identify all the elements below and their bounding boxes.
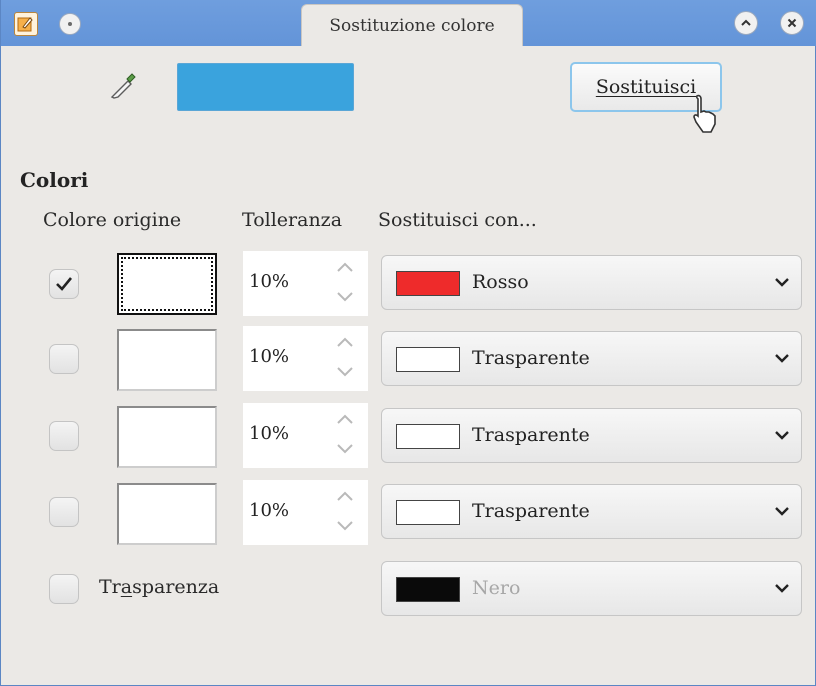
row1-replace-dropdown[interactable]: Rosso (381, 255, 802, 310)
row2-tolerance-spinbox[interactable]: 10% (243, 326, 368, 391)
close-icon (787, 18, 797, 28)
row4-tolerance-value: 10% (249, 500, 290, 521)
window-title: Sostituzione colore (301, 4, 523, 46)
spin-down-icon[interactable] (335, 289, 355, 303)
row3-checkbox[interactable] (49, 421, 79, 451)
tolerance-header: Tolleranza (242, 209, 343, 231)
row4-tolerance-spinbox[interactable]: 10% (243, 480, 368, 545)
row3-origin-color[interactable] (117, 406, 217, 468)
transparency-checkbox[interactable] (49, 574, 79, 604)
row1-tolerance-spinbox[interactable]: 10% (243, 251, 368, 316)
row1-tolerance-value: 10% (249, 271, 290, 292)
window-menu-button[interactable] (59, 13, 81, 35)
row2-target-swatch (396, 347, 460, 372)
minimize-button[interactable] (734, 11, 758, 35)
spin-up-icon[interactable] (335, 261, 355, 275)
origin-color-header: Colore origine (43, 209, 182, 231)
spin-down-icon[interactable] (335, 364, 355, 378)
replace-button-label: Sostituisci (595, 76, 697, 98)
chevron-down-icon (775, 278, 789, 287)
transparency-label-pre: Tr (99, 576, 121, 598)
chevron-down-icon (775, 431, 789, 440)
close-button[interactable] (780, 11, 804, 35)
row1-target-label: Rosso (472, 271, 529, 293)
row2-checkbox[interactable] (49, 344, 79, 374)
row4-origin-color[interactable] (117, 483, 217, 545)
row1-checkbox[interactable] (49, 269, 79, 299)
transparency-label-post: sparenza (132, 576, 220, 598)
row4-checkbox[interactable] (49, 497, 79, 527)
row2-tolerance-value: 10% (249, 346, 290, 367)
row4-target-label: Trasparente (472, 500, 590, 522)
app-icon[interactable] (14, 12, 38, 36)
chevron-up-icon (741, 19, 751, 26)
chevron-down-icon (775, 507, 789, 516)
spin-up-icon[interactable] (335, 336, 355, 350)
row4-replace-dropdown[interactable]: Trasparente (381, 484, 802, 539)
transparency-target-label: Nero (472, 577, 521, 599)
chevron-down-icon (775, 354, 789, 363)
row3-tolerance-value: 10% (249, 423, 290, 444)
colors-section-title: Colori (20, 168, 89, 192)
spin-down-icon[interactable] (335, 441, 355, 455)
mouse-pointer-icon (693, 94, 716, 133)
row3-target-swatch (396, 424, 460, 449)
replace-with-header: Sostituisci con... (378, 209, 537, 231)
transparency-label[interactable]: Trasparenza (99, 576, 219, 598)
row3-replace-dropdown[interactable]: Trasparente (381, 408, 802, 463)
row2-replace-dropdown[interactable]: Trasparente (381, 331, 802, 386)
row2-origin-color[interactable] (117, 329, 217, 391)
row1-target-swatch (396, 271, 460, 296)
row1-origin-color[interactable] (117, 253, 217, 315)
row2-target-label: Trasparente (472, 347, 590, 369)
spin-down-icon[interactable] (335, 518, 355, 532)
spin-up-icon[interactable] (335, 413, 355, 427)
row3-target-label: Trasparente (472, 424, 590, 446)
transparency-target-swatch (396, 577, 460, 602)
title-bar: Sostituzione colore (1, 0, 816, 46)
checkmark-icon (56, 277, 73, 291)
replace-color-dialog: Sostituzione colore Sostituisci Colori C… (0, 0, 816, 686)
pipette-icon[interactable] (107, 70, 139, 102)
spin-up-icon[interactable] (335, 490, 355, 504)
transparency-mnemonic: a (120, 576, 133, 598)
row3-tolerance-spinbox[interactable]: 10% (243, 403, 368, 468)
chevron-down-icon (775, 584, 789, 593)
transparency-color-dropdown[interactable]: Nero (381, 561, 802, 616)
source-color-swatch (177, 63, 354, 111)
row4-target-swatch (396, 500, 460, 525)
